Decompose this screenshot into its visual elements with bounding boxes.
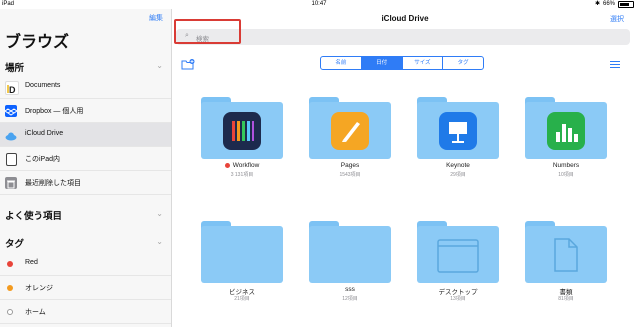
- tag-dot-icon: [7, 309, 13, 315]
- section-label: タグ: [5, 239, 25, 250]
- keynote-app-icon: [439, 112, 477, 150]
- folder-count: 1543項目: [339, 172, 361, 178]
- trash-icon: [5, 177, 17, 189]
- sidebar-item-label: Dropbox — 個人用: [25, 108, 84, 115]
- section-tags[interactable]: タグ ⌄: [0, 231, 171, 251]
- folder-name: sss: [345, 286, 355, 293]
- sidebar: 編集 ブラウズ 場所 ⌄ D Documents Dropbox — 個人用 i…: [0, 9, 172, 327]
- ipad-icon: [6, 153, 17, 166]
- folder-keynote[interactable]: Keynote 29項目: [417, 97, 499, 197]
- page-title: ブラウズ: [5, 34, 70, 51]
- section-label: よく使う項目: [5, 211, 63, 222]
- folder-icon: [309, 221, 391, 283]
- sidebar-tag-home[interactable]: ホーム: [0, 300, 171, 324]
- sidebar-item-on-my-ipad[interactable]: このiPad内: [0, 147, 171, 171]
- folder-name: Pages: [340, 162, 360, 169]
- status-bar: iPad 10:47 ✱ 66%: [0, 0, 638, 9]
- folder-name: Numbers: [552, 162, 580, 169]
- new-folder-icon[interactable]: [181, 59, 195, 70]
- chevron-down-icon[interactable]: ⌄: [156, 237, 163, 246]
- folder-count: 81項目: [558, 296, 574, 302]
- folder-documents[interactable]: 書類 81項目: [525, 221, 607, 321]
- documents-app-icon: D: [5, 81, 19, 95]
- tag-dot-icon: [7, 285, 13, 291]
- folder-count: 3 131項目: [230, 172, 254, 178]
- status-right: ✱ 66%: [595, 0, 634, 9]
- folder-sss[interactable]: sss 12項目: [309, 221, 391, 321]
- sidebar-item-dropbox[interactable]: Dropbox — 個人用: [0, 99, 171, 123]
- folder-workflow[interactable]: Workflow 3 131項目: [201, 97, 283, 197]
- sidebar-item-label: オレンジ: [25, 285, 53, 292]
- bluetooth-icon: ✱: [594, 1, 600, 7]
- sidebar-tag-red[interactable]: Red: [0, 252, 171, 276]
- icloud-icon: [5, 129, 17, 141]
- folder-business[interactable]: ビジネス 21項目: [201, 221, 283, 321]
- desktop-window-icon: [437, 239, 479, 273]
- sidebar-item-recently-deleted[interactable]: 最近削除した項目: [0, 171, 171, 195]
- sidebar-item-label: 最近削除した項目: [25, 180, 81, 187]
- folder-name: Workflow: [191, 162, 293, 169]
- red-tag-dot-icon: [224, 162, 230, 168]
- select-button[interactable]: 選択: [610, 14, 624, 24]
- section-label: 場所: [5, 63, 25, 74]
- folder-count: 13項目: [450, 296, 466, 302]
- battery-icon: [618, 1, 634, 8]
- sidebar-item-label: このiPad内: [25, 156, 61, 163]
- folder-numbers[interactable]: Numbers 10項目: [525, 97, 607, 197]
- sidebar-item-documents[interactable]: D Documents: [0, 75, 171, 99]
- tag-dot-icon: [7, 261, 13, 267]
- highlight-box: [174, 19, 241, 44]
- sidebar-item-label: iCloud Drive: [25, 130, 64, 137]
- sort-option-size[interactable]: サイズ: [403, 57, 444, 69]
- folder-count: 29項目: [450, 172, 466, 178]
- sidebar-item-label: ホーム: [25, 309, 46, 316]
- folder-count: 12項目: [342, 296, 358, 302]
- folder-name: Keynote: [446, 162, 470, 169]
- document-icon: [554, 238, 578, 272]
- battery-percent: 66%: [602, 1, 615, 7]
- list-view-icon[interactable]: [610, 61, 620, 70]
- search-field[interactable]: ⌕ 検索: [176, 29, 630, 45]
- main-pane: iCloud Drive 選択 ⌕ 検索 名前 日付 サイズ タグ Workfl…: [172, 9, 638, 327]
- clock: 10:47: [311, 1, 327, 7]
- section-favorites[interactable]: よく使う項目 ⌄: [0, 203, 171, 223]
- chevron-down-icon[interactable]: ⌄: [156, 61, 163, 70]
- sidebar-item-icloud-drive[interactable]: iCloud Drive: [0, 123, 171, 147]
- folder-pages[interactable]: Pages 1543項目: [309, 97, 391, 197]
- sort-segmented-control[interactable]: 名前 日付 サイズ タグ: [320, 56, 484, 70]
- sidebar-tag-orange[interactable]: オレンジ: [0, 276, 171, 300]
- pages-app-icon: [331, 112, 369, 150]
- numbers-app-icon: [547, 112, 585, 150]
- sort-option-name[interactable]: 名前: [321, 57, 362, 69]
- folder-icon: [201, 221, 283, 283]
- section-locations[interactable]: 場所 ⌄: [0, 55, 171, 75]
- sort-option-tags[interactable]: タグ: [443, 57, 483, 69]
- folder-count: 21項目: [234, 296, 250, 302]
- svg-text:D: D: [9, 85, 16, 95]
- workflow-app-icon: [223, 112, 261, 150]
- folder-count: 10項目: [558, 172, 574, 178]
- edit-button[interactable]: 編集: [149, 13, 163, 23]
- sidebar-item-label: Red: [25, 259, 38, 266]
- sidebar-item-label: Documents: [25, 82, 61, 89]
- sort-option-date[interactable]: 日付: [361, 57, 403, 69]
- folder-desktop[interactable]: デスクトップ 13項目: [417, 221, 499, 321]
- nav-title: iCloud Drive: [381, 14, 429, 23]
- dropbox-icon: [4, 105, 18, 117]
- chevron-down-icon[interactable]: ⌄: [156, 209, 163, 218]
